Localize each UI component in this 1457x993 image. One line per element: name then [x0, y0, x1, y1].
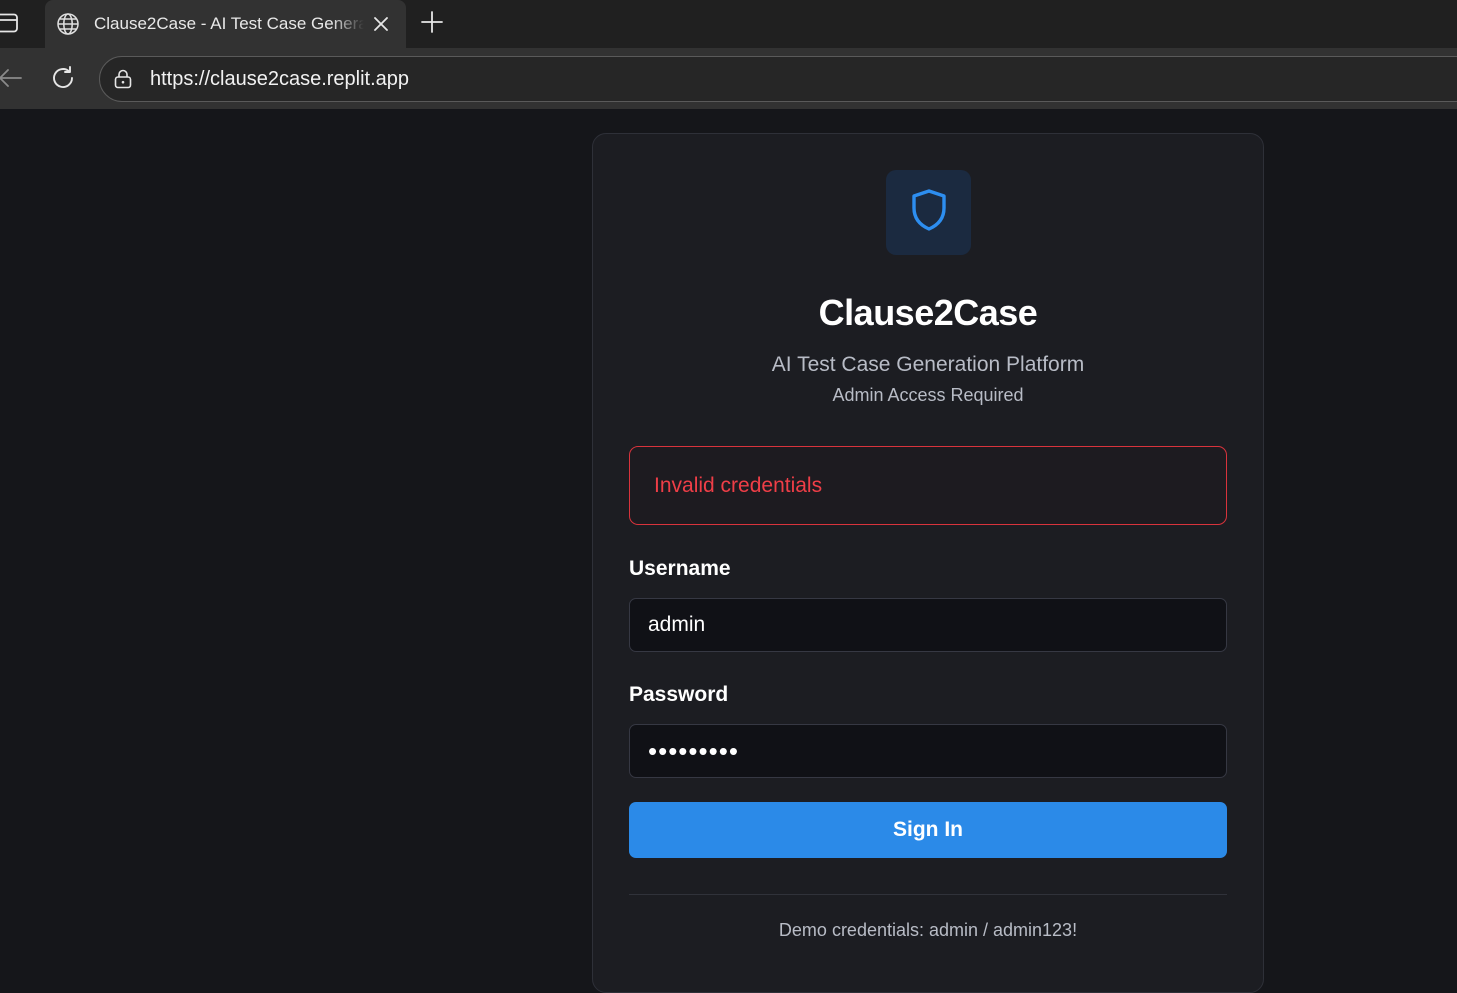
lock-icon[interactable]: [113, 69, 133, 89]
password-input[interactable]: [629, 724, 1227, 778]
sign-in-button[interactable]: Sign In: [629, 802, 1227, 858]
url-text: https://clause2case.replit.app: [150, 68, 410, 90]
page-background: Clause2Case AI Test Case Generation Plat…: [0, 109, 1457, 993]
app-subtitle: AI Test Case Generation Platform: [771, 353, 1085, 376]
tab-title: Clause2Case - AI Test Case Generator: [94, 14, 364, 33]
address-bar[interactable]: https://clause2case.replit.app: [99, 56, 1457, 102]
app-title: Clause2Case: [818, 292, 1038, 333]
sidebar-icon[interactable]: [0, 12, 20, 34]
password-label: Password: [629, 683, 729, 706]
plus-icon[interactable]: [419, 9, 445, 35]
access-note: Admin Access Required: [832, 385, 1024, 405]
login-card: Clause2Case AI Test Case Generation Plat…: [592, 133, 1264, 993]
browser-tab-strip: Clause2Case - AI Test Case Generator: [0, 0, 1457, 48]
divider: [629, 894, 1227, 895]
username-input[interactable]: [629, 598, 1227, 652]
close-icon[interactable]: [370, 13, 392, 35]
app-logo: [886, 170, 971, 255]
shield-icon: [909, 188, 949, 237]
arrow-left-icon[interactable]: [0, 64, 24, 92]
globe-icon: [56, 12, 80, 36]
browser-toolbar: https://clause2case.replit.app: [0, 48, 1457, 109]
username-label: Username: [629, 557, 731, 580]
browser-tab[interactable]: Clause2Case - AI Test Case Generator: [45, 0, 406, 48]
demo-credentials-note: Demo credentials: admin / admin123!: [778, 920, 1078, 940]
error-message: Invalid credentials: [654, 474, 823, 497]
error-alert: Invalid credentials: [629, 446, 1227, 525]
reload-icon[interactable]: [49, 64, 77, 92]
